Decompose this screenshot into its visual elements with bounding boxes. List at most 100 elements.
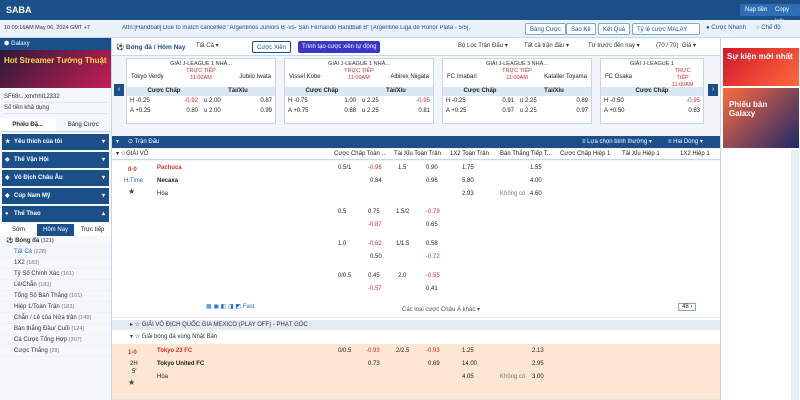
odds-value[interactable]: -0.93 (366, 348, 380, 354)
market-filter-select[interactable]: Tất Cả ▾ (196, 41, 219, 52)
away-team[interactable]: Tokyo United FC (157, 361, 204, 367)
sidebar-item-olympics[interactable]: ◆ Thế Vận Hội ▾ (2, 152, 109, 168)
odds-cell[interactable]: u 2.25 0.81 (359, 106, 433, 116)
galaxy-header[interactable]: ⬢ Galaxy (0, 38, 111, 50)
league-title[interactable]: ▾ ☆ GIẢI VÔ ĐỊCH QUỐC GIA MEXICO (PLAY O… (116, 149, 150, 223)
market-item[interactable]: Cược Thắng (28) (0, 346, 111, 357)
line-mode-select[interactable]: ≡ Hai Dòng ▾ (668, 136, 703, 148)
pick-mode-select[interactable]: ≡ Lựa chọn bình thường ▾ (582, 136, 652, 148)
combo-button[interactable]: Cược Xiên (252, 41, 291, 53)
sidebar-item-favorites[interactable]: ★ Yêu thích của tôi ▾ (2, 134, 109, 150)
tab-bet-list[interactable]: Bảng Cược (56, 118, 112, 131)
odds-value[interactable]: 4.60 (530, 191, 542, 197)
streamer-banner[interactable]: Hot Streamer Tướng Thuật (0, 50, 111, 88)
odds-value[interactable]: 0.58 (426, 241, 438, 247)
collapse-icon[interactable]: ▾ (116, 136, 119, 148)
odds-value[interactable]: 0.69 (428, 361, 440, 367)
match-tools[interactable]: ▦ ▣ ◧ ◨ ◩ Fast (206, 303, 254, 310)
fast-bet-toggle[interactable]: ● Cược Nhanh (706, 25, 746, 31)
sport-soccer[interactable]: ⚽ Bóng đá (321) (0, 236, 111, 247)
sidebar-item-copa[interactable]: ◆ Cúp Nam Mỹ ▾ (2, 188, 109, 204)
dark-mode-toggle[interactable]: ○ Chế độ (756, 25, 781, 31)
odds-value[interactable]: 5.80 (462, 178, 474, 184)
odds-value[interactable]: -0.93 (426, 348, 440, 354)
promo-galaxy[interactable]: Phiếu bản Galaxy (723, 88, 799, 148)
view-select[interactable]: Giả ▾ (682, 41, 696, 52)
odds-value[interactable]: -0.62 (368, 241, 382, 247)
odds-cell[interactable]: A +0.25 0.80 (127, 106, 201, 116)
odds-cell[interactable]: A +0.75 0.88 (285, 106, 359, 116)
right-scrollbar[interactable] (791, 150, 799, 400)
odds-value[interactable]: 4.05 (462, 374, 474, 380)
odds-value[interactable]: -0.72 (426, 254, 440, 260)
odds-cell[interactable]: u 2.00 0.87 (201, 96, 275, 106)
featured-card[interactable]: GIẢI J-LEAGUE 3 NHẬ... FC Imabari TRỰC T… (442, 58, 592, 124)
odds-cell[interactable]: H -0.50 -0.95 (601, 96, 703, 106)
tab-early[interactable]: Sớm (0, 224, 37, 236)
results-button[interactable]: Kết Quả (598, 23, 631, 35)
odds-value[interactable]: 1.75 (462, 165, 474, 171)
odds-value[interactable]: 0.45 (368, 273, 380, 279)
featured-card[interactable]: GIẢI J-LEAGUE 1 NHẬ... Vissel Kobe TRỰC … (284, 58, 434, 124)
tab-live[interactable]: Trực tiếp (74, 224, 111, 236)
tab-today[interactable]: Hôm Nay (37, 224, 74, 236)
odds-value[interactable]: 14.00 (462, 361, 477, 367)
sidebar-item-sports[interactable]: ● Thể Thao ▴ (2, 206, 109, 222)
odds-value[interactable]: 0.65 (426, 222, 438, 228)
odds-cell[interactable]: H -0.25 0.91 (443, 96, 517, 106)
away-team[interactable]: Necaxa (157, 178, 178, 184)
league-row[interactable]: ▸ ☆ GIẢI VÔ ĐỊCH QUỐC GIA MEXICO (PLAY O… (112, 320, 720, 330)
league-row[interactable]: ▾ ☆ Giải bóng đá vùng Nhật Bản (112, 332, 720, 342)
odds-cell[interactable]: u 2.00 0.99 (201, 106, 275, 116)
favorite-star-icon[interactable]: ★ (128, 187, 135, 196)
announcement-ticker[interactable]: Attn:[Handball] Due to match cancelled "… (122, 25, 522, 31)
market-item[interactable]: Bàn thắng Đầu/ Cuối (124) (0, 324, 111, 335)
deposit-button[interactable]: Nạp tiền (740, 4, 773, 16)
league-filter-select[interactable]: Bộ Lọc Trận Đấu ▾ (458, 41, 508, 52)
market-item[interactable]: Cá Cược Tổng Hợp (307) (0, 335, 111, 346)
match-filter-select[interactable]: Tất cả trận đấu ▾ (524, 41, 569, 52)
featured-card[interactable]: GIẢI J-LEAGUE 1 FC Osaka TRỰC TIẾP 11:00A… (600, 58, 704, 124)
odds-cell[interactable]: u 2.25 -0.95 (359, 96, 433, 106)
odds-cell[interactable]: u 2.25 0.89 (517, 96, 591, 106)
more-markets-count[interactable]: 48 › (678, 303, 697, 311)
odds-value[interactable]: -0.79 (426, 209, 440, 215)
market-item[interactable]: 1X2 (183) (0, 258, 111, 269)
market-item[interactable]: Tổng Số Bàn Thắng (161) (0, 291, 111, 302)
sidebar-item-euro[interactable]: ◆ Vô Địch Châu Âu ▾ (2, 170, 109, 186)
auto-combo-button[interactable]: Trình tạo cược xiên tự động (298, 41, 381, 53)
odds-value[interactable]: 0.90 (426, 165, 438, 171)
odds-cell[interactable]: u 2.25 0.97 (517, 106, 591, 116)
statement-button[interactable]: Sao Kê (566, 23, 596, 35)
odds-cell[interactable]: H -0.25 -0.92 (127, 96, 201, 106)
more-asian-markets[interactable]: Các loại cược Châu Á khác ▾ (402, 306, 480, 313)
odds-value[interactable]: -0.55 (426, 273, 440, 279)
featured-card[interactable]: GIẢI J-LEAGUE 1 NHẬ... Tokyo Verdy TRỰC … (126, 58, 276, 124)
bet-list-button[interactable]: Bảng Cược (525, 23, 566, 35)
odds-cell[interactable]: H -0.75 1.00 (285, 96, 359, 106)
sort-select[interactable]: Từ trước đến nay ▾ (588, 41, 640, 52)
market-item[interactable]: Lẻ/Chẵn (183) (0, 280, 111, 291)
odds-value[interactable]: 2.13 (532, 348, 544, 354)
odds-cell[interactable]: A +0.50 0.83 (601, 106, 703, 116)
favorite-star-icon[interactable]: ★ (128, 378, 135, 387)
odds-value[interactable]: 1.25 (462, 348, 474, 354)
odds-value[interactable]: -0.57 (368, 286, 382, 292)
odds-value[interactable]: 0.75 (368, 209, 380, 215)
odds-value[interactable]: 3.00 (532, 374, 544, 380)
odds-value[interactable]: 2.93 (462, 191, 474, 197)
next-arrow-icon[interactable]: › (708, 84, 718, 96)
odds-value[interactable]: 0.73 (368, 361, 380, 367)
odds-value[interactable]: 0.96 (426, 178, 438, 184)
copy-info-button[interactable]: Copy Info (770, 4, 800, 25)
home-team[interactable]: Tokyo 23 FC (157, 348, 192, 354)
promo-latest-events[interactable]: Sự kiện mới nhất (723, 48, 799, 86)
odds-value[interactable]: 0.84 (370, 178, 382, 184)
odds-value[interactable]: 4.00 (530, 178, 542, 184)
odds-cell[interactable]: A +0.25 0.97 (443, 106, 517, 116)
odds-value[interactable]: 2.95 (532, 361, 544, 367)
market-item[interactable]: Hiệp 1/Toàn Trận (183) (0, 302, 111, 313)
odds-value[interactable]: -0.87 (368, 222, 382, 228)
odds-value[interactable]: 1.55 (530, 165, 542, 171)
odds-value[interactable]: 0.41 (426, 286, 438, 292)
